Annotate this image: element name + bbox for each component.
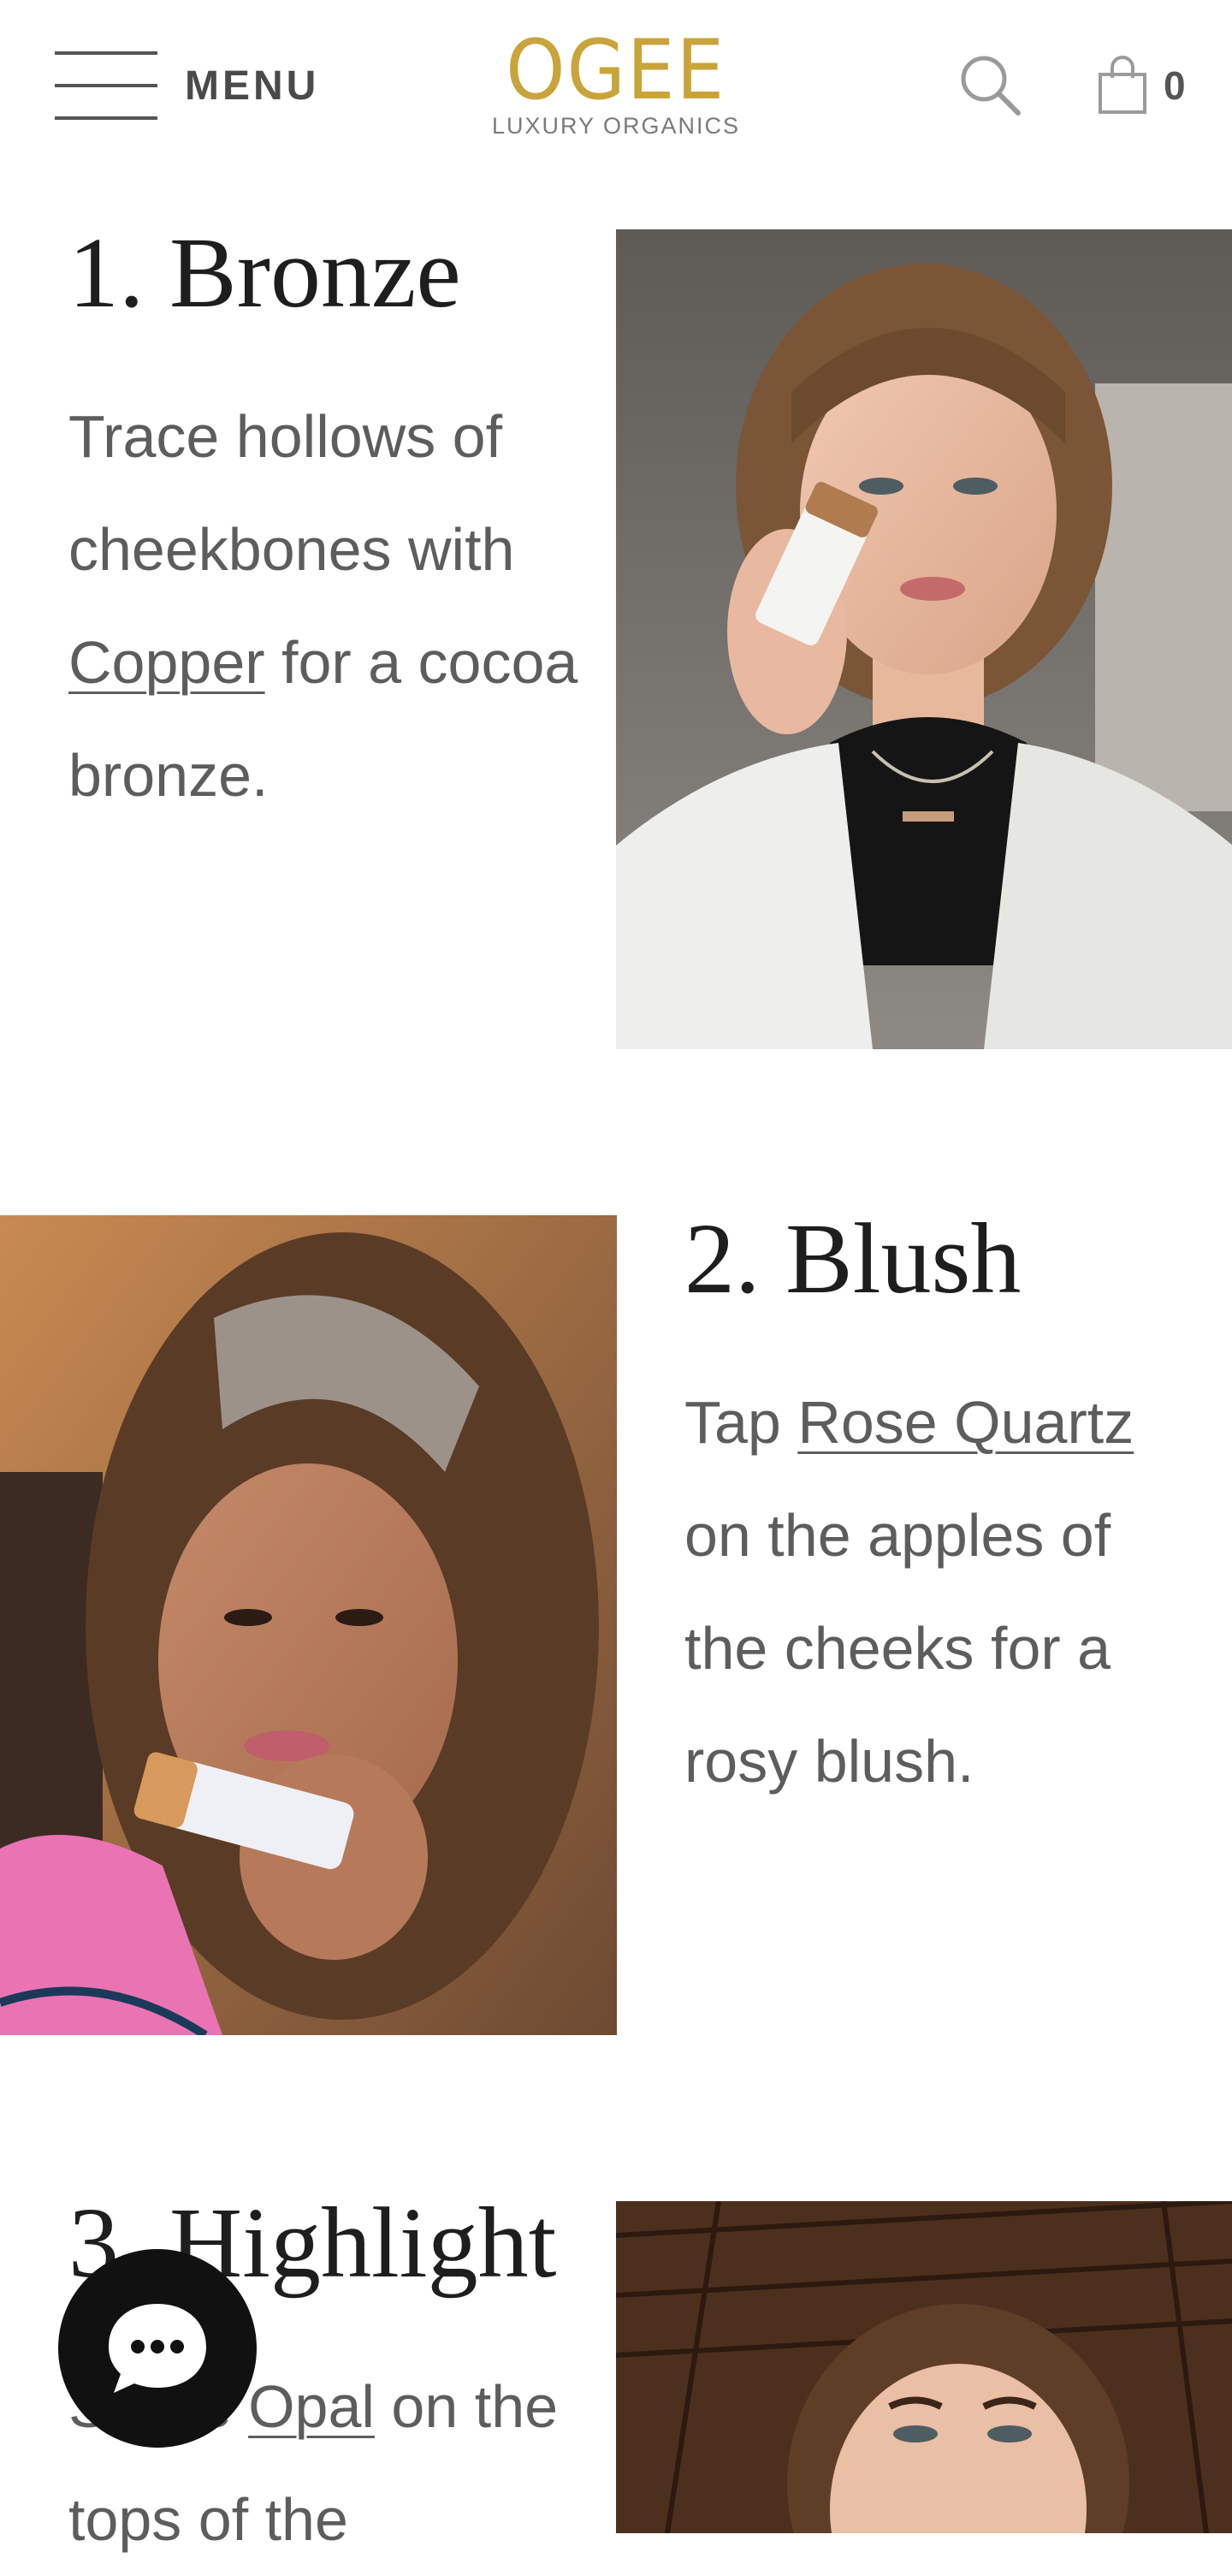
product-link-opal[interactable]: Opal <box>248 2373 375 2440</box>
product-link-rose-quartz[interactable]: Rose Quartz <box>797 1389 1134 1456</box>
chat-bubble-icon <box>109 2304 206 2393</box>
blush-photo <box>0 1215 617 2035</box>
logo-wordmark: OGEE <box>506 22 726 118</box>
menu-button[interactable]: MENU <box>55 48 319 123</box>
search-button[interactable] <box>957 51 1025 120</box>
ogee-logo[interactable]: OGEE LUXURY ORGANICS <box>479 29 753 139</box>
menu-label: MENU <box>185 62 320 109</box>
step-text: Trace hollows of cheekbones with <box>68 402 515 583</box>
product-link-copper[interactable]: Copper <box>68 629 265 696</box>
search-icon <box>961 56 1021 116</box>
hamburger-icon <box>55 48 157 123</box>
step-description: Trace hollows of cheekbones with Copper … <box>68 380 599 832</box>
site-header: MENU OGEE LUXURY ORGANICS 0 <box>0 0 1232 171</box>
step-description: Tap Rose Quartz on the apples of the che… <box>684 1366 1198 1818</box>
highlight-photo <box>616 2201 1232 2533</box>
step-title: 2. Blush <box>684 1202 1022 1315</box>
shopping-bag-icon <box>1099 56 1146 114</box>
bronze-photo <box>616 229 1232 1049</box>
step-title: 1. Bronze <box>68 217 461 329</box>
chat-button[interactable] <box>58 2249 257 2448</box>
step-text: on the apples of the cheeks for a rosy b… <box>684 1501 1111 1795</box>
step-text: Tap <box>684 1388 798 1456</box>
step-bronze-text: 1. Bronze Trace hollows of cheekbones wi… <box>68 217 599 832</box>
step-blush-text: 2. Blush Tap Rose Quartz on the apples o… <box>684 1203 1198 1818</box>
cart-button[interactable]: 0 <box>1097 51 1186 120</box>
cart-count: 0 <box>1164 63 1186 108</box>
